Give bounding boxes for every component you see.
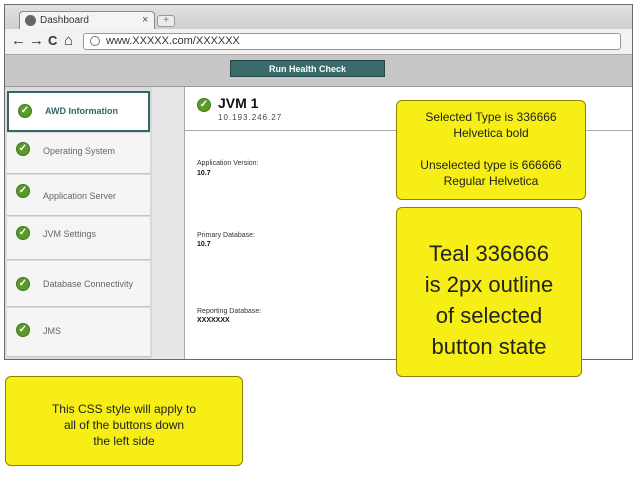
browser-tab-dashboard[interactable]: Dashboard × <box>19 11 155 29</box>
address-bar[interactable]: www.XXXXX.com/XXXXXX <box>83 33 621 50</box>
check-circle-icon: ✓ <box>16 226 30 240</box>
sidebar-item-jvm-settings[interactable]: ✓ JVM Settings <box>7 217 150 260</box>
run-health-check-button[interactable]: Run Health Check <box>230 60 385 77</box>
jvm-ip-address: 10.193.246.27 <box>218 113 283 122</box>
sidebar: ✓ AWD Information ✓ Operating System ✓ A… <box>5 87 150 359</box>
callout-line: Regular Helvetica <box>443 174 539 188</box>
back-arrow-icon[interactable]: ← <box>11 33 26 49</box>
primary-database-value: 10.7 <box>197 241 211 248</box>
reporting-database-label: Reporting Database: <box>197 308 262 315</box>
browser-toolbar: ← → C ⌂ www.XXXXX.com/XXXXXX <box>5 29 632 55</box>
check-circle-icon: ✓ <box>18 104 32 118</box>
callout-line: of selected <box>435 303 543 328</box>
check-circle-icon: ✓ <box>16 184 30 198</box>
callout-line: Unselected type is 666666 <box>420 158 562 172</box>
new-tab-button[interactable]: + <box>157 15 175 27</box>
globe-icon <box>90 36 100 46</box>
sidebar-gutter <box>152 87 184 359</box>
sidebar-item-application-server[interactable]: ✓ Application Server <box>7 175 150 216</box>
close-icon[interactable]: × <box>142 14 148 26</box>
callout-line: button state <box>431 334 547 359</box>
callout-line: is 2px outline <box>424 272 554 297</box>
callout-line: Helvetica bold <box>453 126 529 140</box>
callout-line: Selected Type is 336666 <box>425 110 557 124</box>
sidebar-item-jms[interactable]: ✓ JMS <box>7 308 150 357</box>
callout-line: Teal 336666 <box>429 241 549 266</box>
jvm-title: JVM 1 <box>218 95 259 111</box>
tab-title: Dashboard <box>40 15 89 26</box>
check-circle-icon: ✓ <box>16 142 30 156</box>
check-circle-icon: ✓ <box>16 277 30 291</box>
application-version-value: 10.7 <box>197 170 211 177</box>
tab-bar: Dashboard × + <box>5 5 632 29</box>
reporting-database-value: XXXXXXX <box>197 317 230 324</box>
callout-line: This CSS style will apply to <box>51 402 197 416</box>
sidebar-item-database-connectivity[interactable]: ✓ Database Connectivity <box>7 261 150 307</box>
teal-outline-callout: Teal 336666 is 2px outline of selected b… <box>396 207 582 377</box>
sidebar-item-label: Operating System <box>43 146 116 156</box>
callout-line: the left side <box>93 434 155 448</box>
sidebar-item-label: Application Server <box>43 191 117 201</box>
primary-database-label: Primary Database: <box>197 232 255 239</box>
css-scope-callout: This CSS style will apply to all of the … <box>5 376 243 466</box>
sidebar-item-label: JVM Settings <box>43 229 97 239</box>
check-circle-icon: ✓ <box>197 98 211 112</box>
callout-line: all of the buttons down <box>63 418 185 432</box>
url-text: www.XXXXX.com/XXXXXX <box>106 35 240 47</box>
reload-icon[interactable]: C <box>48 33 57 49</box>
favicon-icon <box>25 15 36 26</box>
callout-line <box>397 141 585 157</box>
check-circle-icon: ✓ <box>16 323 30 337</box>
home-icon[interactable]: ⌂ <box>64 33 73 49</box>
sidebar-item-awd-information[interactable]: ✓ AWD Information <box>7 91 150 132</box>
type-style-callout: Selected Type is 336666 Helvetica bold U… <box>396 100 586 200</box>
sidebar-item-operating-system[interactable]: ✓ Operating System <box>7 133 150 174</box>
sidebar-item-label: AWD Information <box>45 106 118 116</box>
application-version-label: Application Version: <box>197 160 259 167</box>
sidebar-item-label: Database Connectivity <box>43 279 134 289</box>
sidebar-item-label: JMS <box>43 326 61 336</box>
forward-arrow-icon[interactable]: → <box>29 33 44 49</box>
app-header-strip: Run Health Check <box>5 55 632 87</box>
